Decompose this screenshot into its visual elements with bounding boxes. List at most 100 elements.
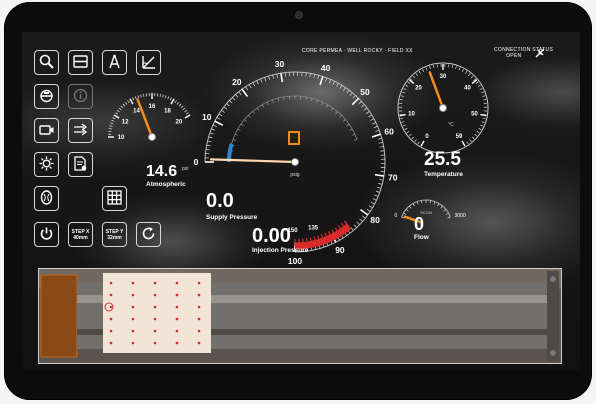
measurement-point[interactable] [131,341,135,345]
measurement-point[interactable] [109,329,113,333]
main-tick-label: 20 [232,77,242,87]
main-major-tick [371,133,381,138]
main-minor-tick [378,142,383,144]
atmospheric-minor-tick [110,122,114,125]
atmospheric-minor-tick [174,100,177,104]
measurement-point[interactable] [153,305,157,309]
atmospheric-tick-label: 18 [164,108,171,114]
temperature-minor-tick [400,95,404,97]
temperature-minor-tick [469,139,472,142]
measurement-point[interactable] [175,293,179,297]
temperature-minor-tick [468,73,471,76]
measurement-point[interactable] [109,341,113,345]
measurement-point[interactable] [175,329,179,333]
measurement-point[interactable] [153,281,157,285]
main-minor-tick [206,144,211,147]
temperature-minor-tick [479,88,483,91]
device-background: CORE PERMEA · WELL ROCKY · FIELD XX CONN… [0,0,596,404]
temperature-minor-tick [411,136,415,140]
temperature-minor-tick [415,73,418,76]
temperature-minor-tick [455,65,457,70]
measurement-point[interactable] [131,317,135,321]
temperature-minor-tick [401,121,405,123]
measurement-point[interactable] [109,293,113,297]
main-minor-tick [365,111,370,114]
measurement-point[interactable] [153,341,157,345]
main-minor-tick [205,148,210,151]
measurement-point[interactable] [197,293,201,297]
temperature-minor-tick [465,70,468,74]
atmospheric-minor-tick [159,93,161,97]
inner-minor-tick [235,133,239,136]
temperature-minor-tick [402,124,406,127]
measurement-point[interactable] [109,317,113,321]
injection-pressure-value: 0.00 [252,225,291,247]
temperature-minor-tick [400,117,404,120]
measurement-point[interactable] [131,281,135,285]
inner-minor-tick [321,102,324,106]
inner-minor-tick [252,111,255,114]
measurement-point[interactable] [175,305,179,309]
main-minor-tick [349,92,353,96]
measurement-point[interactable] [197,329,201,333]
measurement-point[interactable] [175,341,179,345]
main-gauge-unit: psig [290,172,299,178]
atmospheric-minor-tick [109,125,113,127]
measurement-point[interactable] [197,317,201,321]
temperature-tick-label: 40 [464,86,471,92]
main-minor-tick [370,118,375,121]
inner-minor-tick [283,96,285,101]
measurement-point[interactable] [197,305,201,309]
flow-min-label: 0 [395,213,398,219]
main-minor-tick [332,81,335,85]
core-holder-view [39,269,561,363]
measurement-point[interactable] [153,329,157,333]
measurement-point[interactable] [131,293,135,297]
inner-minor-tick [354,139,358,141]
temperature-minor-tick [399,99,403,101]
main-minor-tick [379,179,384,181]
measurement-point[interactable] [197,281,201,285]
measurement-point[interactable] [153,317,157,321]
flow-minor-tick [429,200,431,204]
brand-logo-icon [288,131,300,145]
measurement-point[interactable] [175,281,179,285]
main-minor-tick [235,94,239,98]
measurement-point[interactable] [197,341,201,345]
measurement-point[interactable] [109,305,113,309]
temperature-major-tick [461,140,466,147]
flow-minor-tick [416,201,419,205]
measurement-point[interactable] [109,281,113,285]
atmospheric-minor-tick [134,96,137,100]
main-minor-tick [226,103,230,107]
flow-minor-tick [447,216,451,219]
measurement-point[interactable] [175,317,179,321]
temperature-minor-tick [477,84,481,87]
atmospheric-minor-tick [120,105,124,109]
atmospheric-minor-tick [132,97,135,101]
main-tick-label: 100 [288,256,302,266]
main-tick-label: 60 [384,126,394,136]
measurement-point[interactable] [153,293,157,297]
atmospheric-minor-tick [162,94,164,98]
atmospheric-minor-tick [127,100,130,104]
temperature-value: 25.5 [424,149,461,170]
main-tick-label: 40 [321,63,331,73]
main-tick-label: 0 [194,157,199,167]
atmospheric-tick-label: 14 [133,108,140,114]
atmospheric-tick-label: 10 [118,135,125,141]
temperature-minor-tick [475,81,479,84]
inner-minor-tick [244,119,247,122]
temperature-minor-tick [403,88,407,91]
main-minor-tick [372,198,377,201]
main-minor-tick [245,86,249,91]
measurement-point[interactable] [131,329,135,333]
atmospheric-value: 14.6 [146,163,178,180]
temperature-minor-tick [417,141,420,145]
supply-pressure-value: 0.0 [206,190,234,212]
main-major-tick [351,97,360,106]
core-sample-panel[interactable] [38,268,562,364]
main-minor-tick [346,89,350,94]
main-minor-tick [232,97,236,101]
measurement-point[interactable] [131,305,135,309]
